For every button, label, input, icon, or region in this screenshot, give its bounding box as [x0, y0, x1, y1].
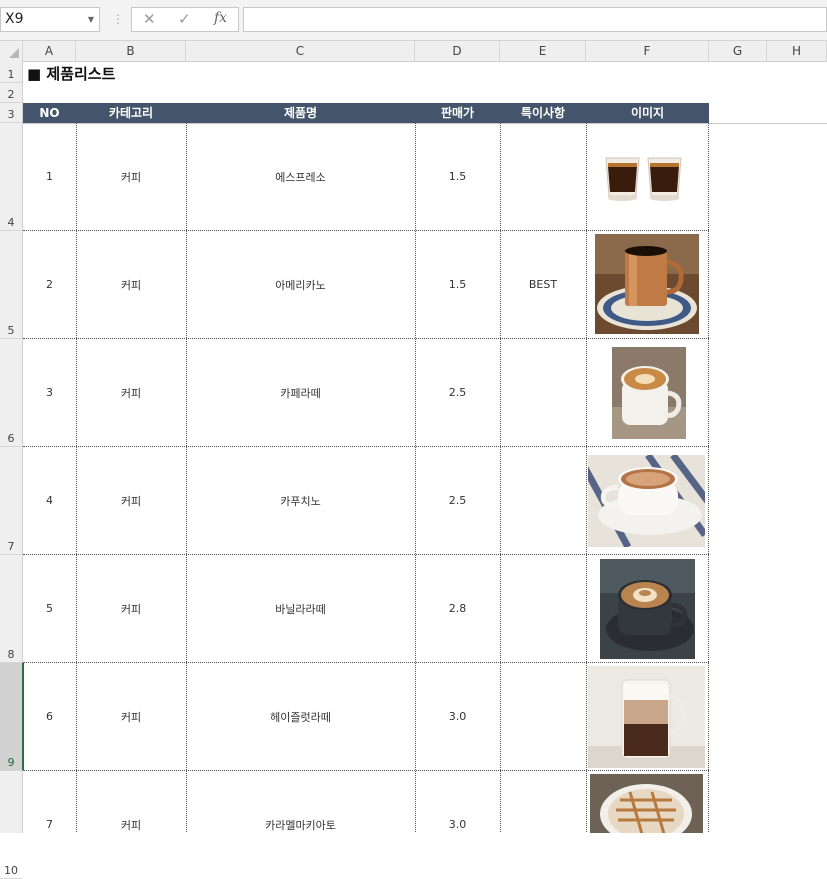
cell-note[interactable] — [500, 771, 586, 833]
column-headers: A B C D E F G H — [0, 41, 827, 62]
row-header-10[interactable]: 10 — [0, 771, 22, 879]
header-price: 판매가 — [440, 106, 475, 120]
cell-price[interactable]: 3.0 — [415, 771, 500, 833]
row-header-2[interactable]: 2 — [0, 83, 22, 103]
americano-copper-mug-photo[interactable] — [595, 234, 699, 338]
name-box[interactable]: X9 ▼ — [0, 7, 100, 32]
formula-bar: X9 ▼ ⋮ ✕ ✓ fx — [0, 0, 827, 41]
cell-note[interactable] — [500, 123, 586, 230]
column-header-g[interactable]: G — [709, 41, 767, 61]
column-header-b[interactable]: B — [76, 41, 186, 61]
worksheet-grid[interactable]: ■ 제품리스트 NO 카테고리 제품명 판매가 특이사항 이미지 1 커피 에스… — [23, 61, 827, 833]
cell-product-name[interactable]: 아메리카노 — [186, 231, 415, 338]
header-image: 이미지 — [630, 106, 665, 120]
cell-note[interactable] — [500, 663, 586, 770]
row-header-5[interactable]: 5 — [0, 231, 22, 339]
formula-input[interactable] — [243, 7, 827, 32]
cell-product-name[interactable]: 바닐라라떼 — [186, 555, 415, 662]
column-header-d[interactable]: D — [415, 41, 500, 61]
row-header-9[interactable]: 9 — [0, 663, 24, 771]
row-header-3[interactable]: 3 — [0, 103, 22, 123]
cell-price[interactable]: 2.5 — [415, 339, 500, 446]
table-row: 7 커피 카라멜마키아토 3.0 — [23, 771, 709, 833]
row-header-8[interactable]: 8 — [0, 555, 22, 663]
row-headers: 1 2 3 4 5 6 7 8 9 10 — [0, 61, 24, 879]
vanilla-latte-photo[interactable] — [600, 559, 695, 663]
cell-price[interactable]: 3.0 — [415, 663, 500, 770]
cell-price[interactable]: 2.8 — [415, 555, 500, 662]
column-header-h[interactable]: H — [767, 41, 827, 61]
cell-category[interactable]: 커피 — [76, 231, 186, 338]
insert-function-icon[interactable]: fx — [214, 10, 227, 26]
table-header-row: NO 카테고리 제품명 판매가 특이사항 이미지 — [23, 103, 709, 123]
cell-no[interactable]: 7 — [23, 771, 76, 833]
table-row: 2 커피 아메리카노 1.5 BEST — [23, 231, 709, 339]
cell-note[interactable] — [500, 339, 586, 446]
table-row: 6 커피 헤이즐럿라떼 3.0 — [23, 663, 709, 771]
cell-price[interactable]: 1.5 — [415, 231, 500, 338]
cell-category[interactable]: 커피 — [76, 555, 186, 662]
row-header-4[interactable]: 4 — [0, 123, 22, 231]
cell-category[interactable]: 커피 — [76, 771, 186, 833]
table-row: 5 커피 바닐라라떼 2.8 — [23, 555, 709, 663]
cell-note[interactable] — [500, 447, 586, 554]
cell-category[interactable]: 커피 — [76, 447, 186, 554]
cafe-latte-photo[interactable] — [612, 347, 686, 443]
cell-product-name[interactable]: 카라멜마키아토 — [186, 771, 415, 833]
select-all-button[interactable] — [0, 41, 23, 61]
cell-category[interactable]: 커피 — [76, 123, 186, 230]
cell-product-name[interactable]: 에스프레소 — [186, 123, 415, 230]
chevron-down-icon[interactable]: ▼ — [88, 8, 94, 31]
table-row: 1 커피 에스프레소 1.5 — [23, 123, 709, 231]
hazelnut-latte-photo[interactable] — [588, 666, 705, 772]
cell-category[interactable]: 커피 — [76, 339, 186, 446]
check-icon[interactable]: ✓ — [178, 10, 191, 28]
table-row: 3 커피 카페라떼 2.5 — [23, 339, 709, 447]
row-header-7[interactable]: 7 — [0, 447, 22, 555]
caramel-macchiato-photo[interactable] — [590, 774, 703, 833]
cell-no[interactable]: 4 — [23, 447, 76, 554]
cell-price[interactable]: 2.5 — [415, 447, 500, 554]
cell-note[interactable]: BEST — [500, 231, 586, 338]
cell-product-name[interactable]: 카푸치노 — [186, 447, 415, 554]
cell-product-name[interactable]: 카페라떼 — [186, 339, 415, 446]
cancel-icon[interactable]: ✕ — [143, 10, 156, 28]
cell-note[interactable] — [500, 555, 586, 662]
cell-no[interactable]: 1 — [23, 123, 76, 230]
column-header-a[interactable]: A — [23, 41, 76, 61]
sheet-title: ■ 제품리스트 — [27, 65, 116, 83]
header-no: NO — [39, 106, 60, 120]
row-header-1[interactable]: 1 — [0, 61, 22, 83]
name-box-value: X9 — [5, 11, 24, 27]
cell-no[interactable]: 2 — [23, 231, 76, 338]
table-row: 4 커피 카푸치노 2.5 — [23, 447, 721, 555]
header-category: 카테고리 — [108, 106, 154, 120]
cell-no[interactable]: 5 — [23, 555, 76, 662]
cell-no[interactable]: 3 — [23, 339, 76, 446]
cell-price[interactable]: 1.5 — [415, 123, 500, 230]
header-product-name: 제품명 — [283, 106, 318, 120]
cell-product-name[interactable]: 헤이즐럿라떼 — [186, 663, 415, 770]
column-header-c[interactable]: C — [186, 41, 415, 61]
cell-no[interactable]: 6 — [23, 663, 76, 770]
cell-category[interactable]: 커피 — [76, 663, 186, 770]
espresso-shots-photo[interactable] — [603, 152, 685, 212]
column-header-e[interactable]: E — [500, 41, 586, 61]
column-header-f[interactable]: F — [586, 41, 709, 61]
row-header-6[interactable]: 6 — [0, 339, 22, 447]
formula-buttons: ✕ ✓ fx — [131, 7, 239, 32]
header-note: 특이사항 — [520, 106, 566, 120]
drag-handle-icon[interactable]: ⋮ — [112, 12, 124, 26]
cappuccino-photo[interactable] — [574, 452, 721, 551]
